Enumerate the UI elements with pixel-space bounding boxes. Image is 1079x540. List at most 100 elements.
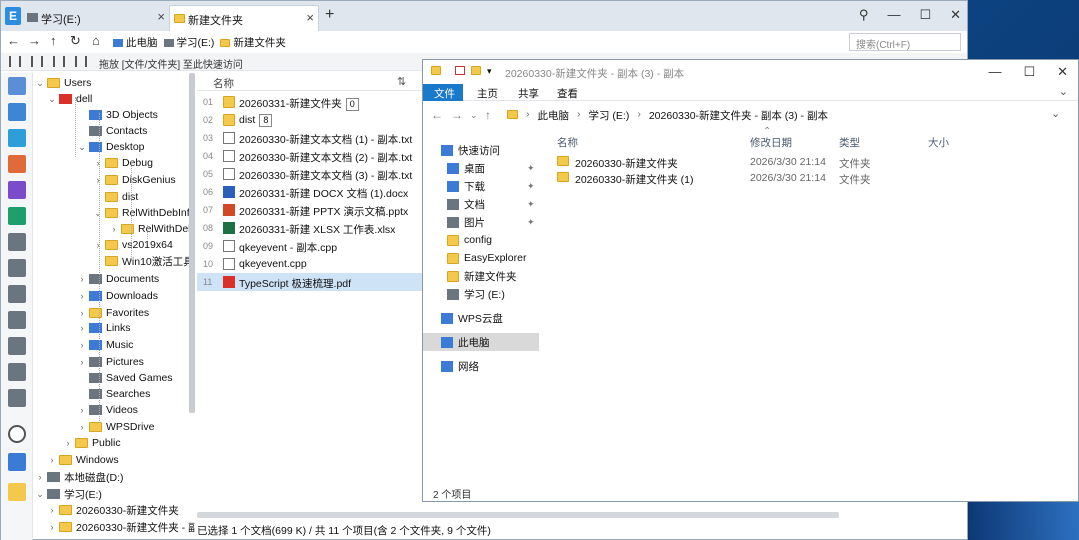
properties-icon[interactable]	[455, 66, 465, 75]
refresh-icon[interactable]: ↻	[70, 33, 81, 49]
minimize-button[interactable]: —	[988, 64, 1001, 80]
home-shortcut-icon[interactable]	[8, 77, 26, 95]
collapse-arrow-icon[interactable]: ⌄	[35, 78, 45, 89]
documents-shortcut-icon[interactable]	[8, 103, 26, 121]
tree-item[interactable]: › vs2019x64	[93, 237, 173, 253]
tree-item[interactable]: › Downloads	[77, 288, 158, 304]
tree-item[interactable]: Searches	[77, 386, 150, 402]
back-icon[interactable]: ←	[431, 108, 443, 122]
file-row[interactable]: 20260330-新建文件夹 2026/3/30 21:14 文件夹	[545, 154, 1065, 170]
pin-icon[interactable]: ✦	[527, 163, 535, 174]
drive-x-icon[interactable]	[8, 337, 26, 355]
tree-scrollbar[interactable]	[189, 73, 195, 413]
tree-item[interactable]: 3D Objects	[77, 107, 158, 123]
forward-icon[interactable]: →	[28, 33, 41, 48]
drive-c-icon[interactable]	[8, 233, 26, 251]
drive-e-icon[interactable]	[8, 285, 26, 303]
expand-arrow-icon[interactable]: ›	[77, 274, 87, 284]
file-row[interactable]: 20260330-新建文件夹 (1) 2026/3/30 21:14 文件夹	[545, 170, 1065, 186]
videos-shortcut-icon[interactable]	[8, 181, 26, 199]
forward-icon[interactable]: →	[451, 108, 463, 122]
view-columns-icon[interactable]	[31, 56, 43, 67]
expand-arrow-icon[interactable]: ›	[77, 405, 87, 415]
tree-item[interactable]: ⌄ Desktop	[77, 139, 144, 155]
tree-item[interactable]: ⌄ Users	[35, 75, 91, 91]
expand-arrow-icon[interactable]: ›	[93, 175, 103, 185]
collapse-arrow-icon[interactable]: ⌄	[47, 94, 57, 105]
file-row[interactable]: 01 20260331-新建文件夹 0	[197, 93, 425, 111]
maximize-button[interactable]: ☐	[919, 7, 931, 23]
expand-arrow-icon[interactable]: ›	[109, 224, 119, 234]
file-row[interactable]: 10 qkeyevent.cpp	[197, 255, 425, 273]
address-path[interactable]: › 此电脑 › 学习 (E:) › 20260330-新建文件夹 - 副本 (3…	[507, 108, 828, 123]
new-tab-button[interactable]: +	[325, 6, 334, 24]
expand-arrow-icon[interactable]: ›	[77, 422, 87, 432]
tree-item[interactable]: › Favorites	[77, 305, 150, 321]
file-row[interactable]: 11 TypeScript 极速梳理.pdf	[197, 273, 425, 291]
nav-item[interactable]: 网络	[423, 357, 539, 375]
quick-access-dropdown-icon[interactable]: ▾	[487, 66, 497, 76]
tree-item[interactable]: › 20260330-新建文件夹	[47, 502, 179, 518]
tree-item[interactable]: › Pictures	[77, 354, 144, 370]
file-row[interactable]: 08 20260331-新建 XLSX 工作表.xlsx	[197, 219, 425, 237]
breadcrumb-new-folder[interactable]: 新建文件夹	[220, 35, 286, 50]
ribbon-tab-home[interactable]: 主页	[477, 86, 498, 101]
tree-item[interactable]: ⌄ 学习(E:)	[35, 486, 102, 502]
drive-y-icon[interactable]	[8, 363, 26, 381]
folder-shortcut-icon[interactable]	[8, 483, 26, 501]
ribbon-tab-file[interactable]: 文件	[423, 84, 463, 101]
file-row[interactable]: 04 20260330-新建文本文档 (2) - 副本.txt	[197, 147, 425, 165]
nav-item[interactable]: EasyExplorer	[423, 249, 539, 267]
collapse-arrow-icon[interactable]: ⌄	[35, 489, 45, 500]
view-details-icon[interactable]	[9, 56, 21, 67]
tab-drive-e[interactable]: 学习(E:) ×	[23, 5, 169, 31]
column-modified[interactable]: 修改日期	[750, 135, 792, 150]
nav-item[interactable]: 下载 ✦	[423, 177, 539, 195]
nav-item[interactable]: WPS云盘	[423, 309, 539, 327]
ribbon-tab-view[interactable]: 查看	[557, 86, 578, 101]
drive-d-icon[interactable]	[8, 259, 26, 277]
close-button[interactable]: ✕	[1057, 64, 1068, 80]
view-list-icon[interactable]	[53, 56, 65, 67]
tree-item[interactable]: › 本地磁盘(D:)	[35, 469, 124, 485]
drive-f-icon[interactable]	[8, 311, 26, 329]
tree-item[interactable]: › Windows	[47, 452, 119, 468]
view-icons-icon[interactable]	[75, 56, 87, 67]
file-row[interactable]: 09 qkeyevent - 副本.cpp	[197, 237, 425, 255]
breadcrumb-this-pc[interactable]: 此电脑	[113, 35, 158, 50]
collapse-arrow-icon[interactable]: ⌄	[93, 208, 103, 219]
tree-item[interactable]: ⌄ RelWithDebInfo	[93, 205, 195, 221]
recent-locations-icon[interactable]: ⌄	[470, 110, 478, 121]
pin-icon[interactable]: ✦	[527, 199, 535, 210]
up-icon[interactable]: ↑	[50, 33, 57, 48]
tree-item[interactable]: › Links	[77, 320, 131, 336]
close-button[interactable]: ✕	[950, 7, 961, 23]
tree-item[interactable]: › Debug	[93, 155, 153, 171]
sort-icon[interactable]: ⇅	[397, 75, 406, 88]
address-drive-e[interactable]: 学习 (E:)	[589, 108, 630, 123]
nav-item[interactable]: 快速访问	[423, 141, 539, 159]
nav-item[interactable]: 新建文件夹	[423, 267, 539, 285]
nav-item[interactable]: 此电脑	[423, 333, 539, 351]
close-tab-icon[interactable]: ×	[157, 9, 165, 24]
minimize-button[interactable]: —	[887, 7, 900, 23]
ribbon-tab-share[interactable]: 共享	[518, 86, 539, 101]
expand-arrow-icon[interactable]: ›	[47, 522, 57, 532]
address-dropdown-icon[interactable]: ⌄	[1051, 107, 1060, 120]
pin-icon[interactable]: ✦	[527, 181, 535, 192]
address-this-pc[interactable]: 此电脑	[538, 108, 570, 123]
file-row[interactable]: 03 20260330-新建文本文档 (1) - 副本.txt	[197, 129, 425, 147]
expand-arrow-icon[interactable]: ›	[47, 455, 57, 465]
nav-item[interactable]: 图片 ✦	[423, 213, 539, 231]
recycle-bin-icon[interactable]	[8, 453, 26, 471]
collapse-arrow-icon[interactable]: ⌄	[77, 142, 87, 153]
search-input[interactable]: 搜索(Ctrl+F)	[849, 33, 961, 51]
column-name-header[interactable]: 名称	[213, 76, 234, 91]
file-list-scrollbar[interactable]	[197, 512, 839, 518]
pin-icon[interactable]: ✦	[527, 217, 535, 228]
expand-ribbon-icon[interactable]: ⌄	[1059, 85, 1068, 98]
tree-item[interactable]: ⌄ dell	[47, 91, 92, 107]
expand-arrow-icon[interactable]: ›	[77, 323, 87, 333]
nav-item[interactable]: 桌面 ✦	[423, 159, 539, 177]
expand-arrow-icon[interactable]: ›	[35, 472, 45, 482]
